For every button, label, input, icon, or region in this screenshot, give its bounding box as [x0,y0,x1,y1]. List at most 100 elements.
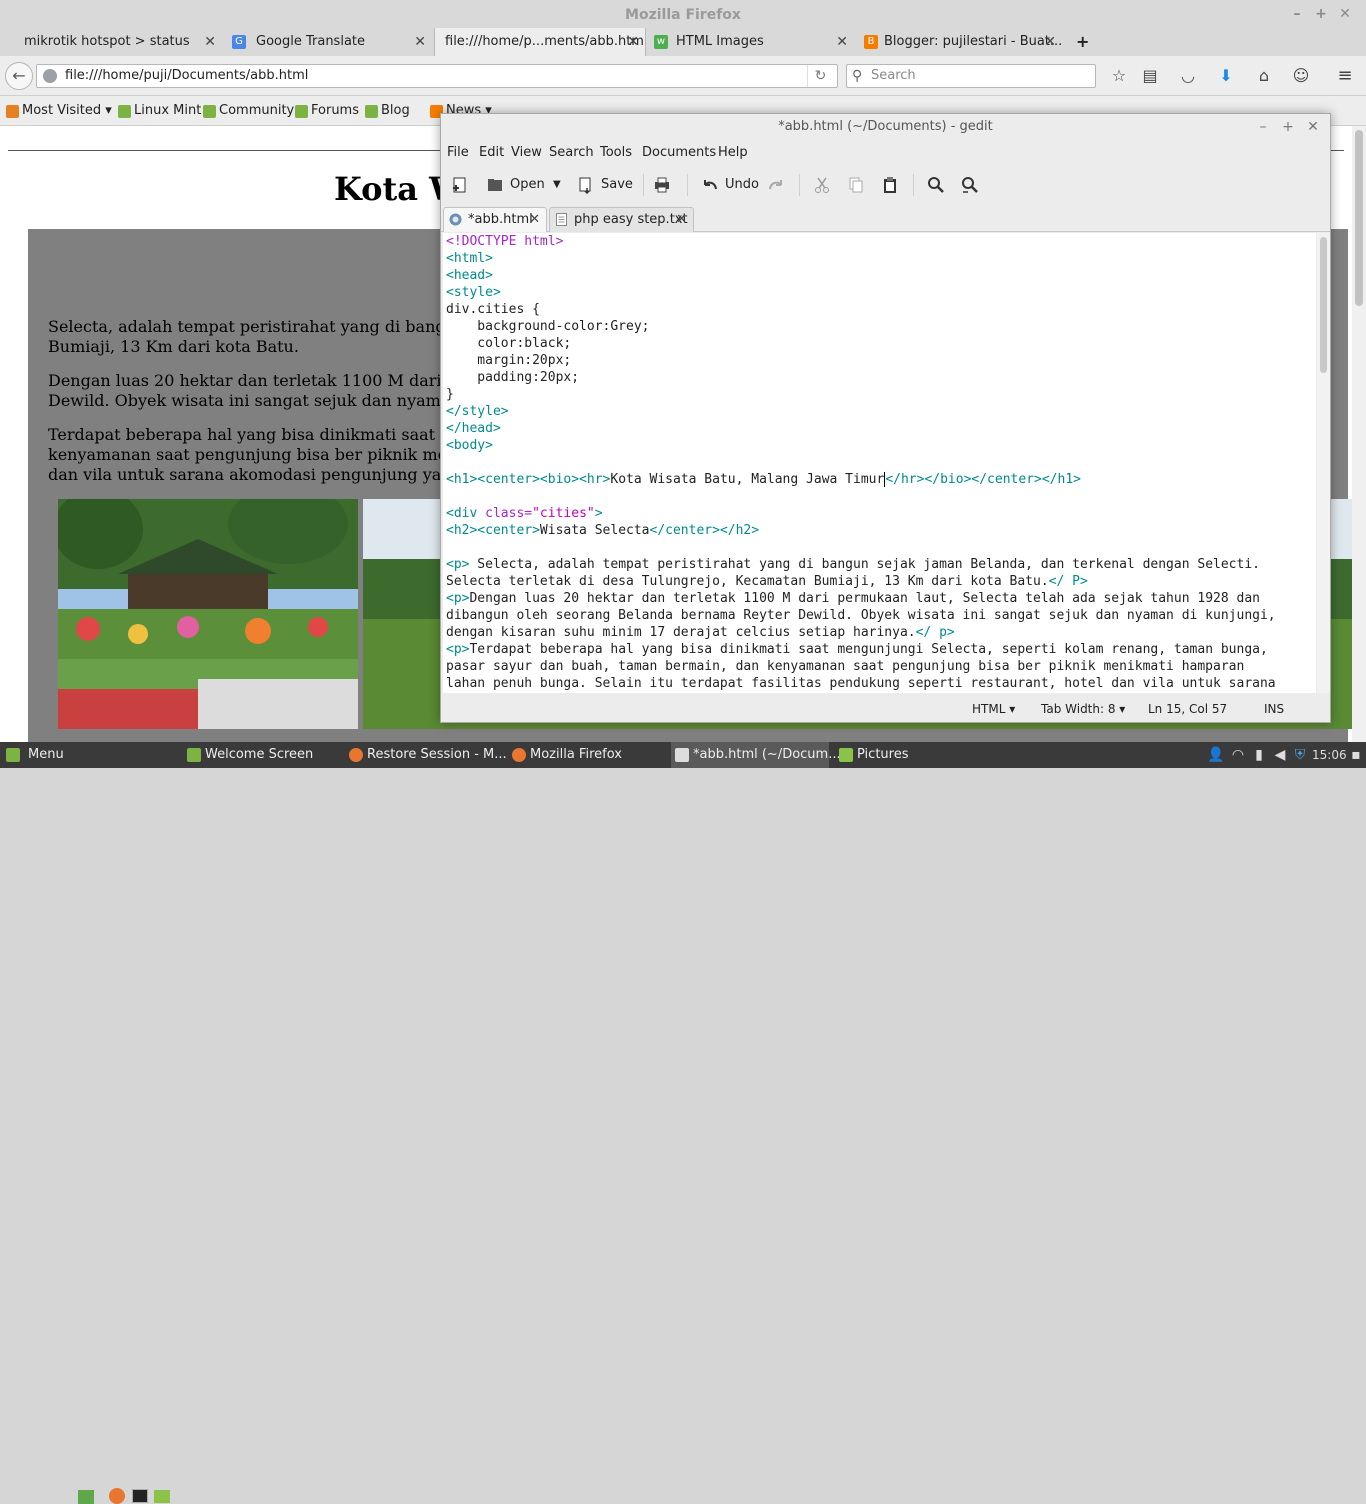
scrollbar-thumb[interactable] [1355,130,1363,306]
gedit-tab-php-easy-step[interactable]: php easy step.txt ✕ [549,207,694,232]
menu-documents[interactable]: Documents [642,142,716,166]
paragraph-line: dan vila untuk sarana akomodasi pengunju… [48,465,442,484]
tab-close-icon[interactable]: ✕ [414,28,426,56]
bookmark-linux-mint[interactable]: Linux Mint [116,96,201,126]
gedit-tab-abb-html[interactable]: *abb.html ✕ [443,207,547,232]
open-dropdown-icon[interactable]: ▼ [553,172,561,198]
menu-file[interactable]: File [447,142,469,166]
cursor-position: Ln 15, Col 57 [1148,702,1228,716]
paragraph-line: kenyamanan saat pengunjung bisa ber pikn… [48,445,448,464]
reading-list-icon[interactable]: ▤ [1139,65,1161,87]
taskbar-gedit[interactable]: *abb.html (~/Docum... [671,742,841,768]
code-line: dibangun oleh seorang Belanda bernama Re… [446,608,1276,623]
hamburger-menu-icon[interactable]: ≡ [1334,65,1356,87]
tab-google-translate[interactable]: G Google Translate ✕ [228,28,432,56]
start-menu-button[interactable]: Menu [0,742,64,768]
bookmark-blog[interactable]: Blog [363,96,410,126]
tab-close-icon[interactable]: ✕ [529,208,540,231]
new-document-button[interactable] [451,172,475,198]
shield-icon[interactable]: ⛨ [1290,742,1310,768]
maximize-icon[interactable]: + [1276,114,1300,142]
home-icon[interactable]: ⌂ [1253,65,1275,87]
print-icon [655,177,669,192]
wifi-icon[interactable]: ◠ [1228,742,1248,768]
scissors-icon [815,177,829,193]
open-button[interactable]: Open [486,172,545,198]
tab-close-icon[interactable]: ✕ [836,28,848,56]
code-token: class= [485,506,533,521]
tab-mikrotik[interactable]: mikrotik hotspot > status ✕ [0,28,222,56]
downloads-icon[interactable]: ⬇ [1215,65,1237,87]
save-button[interactable]: Save [577,172,633,198]
bookmark-most-visited[interactable]: Most Visited ▾ [4,96,112,126]
code-token: </ P> [1048,574,1088,589]
reload-icon[interactable]: ↻ [807,65,833,87]
find-replace-button[interactable] [961,172,985,198]
code-token: <div [446,506,486,521]
language-label: HTML [972,702,1006,716]
bookmark-star-icon[interactable]: ☆ [1108,65,1130,87]
tab-close-icon[interactable]: ✕ [204,28,216,56]
taskbar-label: *abb.html (~/Docum... [693,747,841,762]
clock[interactable]: 15:06 [1312,742,1347,768]
menu-edit[interactable]: Edit [479,142,504,166]
code-line: <h1><center><bio><hr>Kota Wisata Batu, M… [446,471,1081,488]
editor-scrollbar[interactable] [1317,233,1330,693]
code-line: <html> [446,251,493,266]
close-icon[interactable]: ✕ [1301,114,1325,142]
redo-button[interactable] [767,172,791,198]
files-launcher-icon[interactable] [154,1490,170,1503]
tab-close-icon[interactable]: ✕ [676,208,687,231]
bookmark-forums[interactable]: Forums [293,96,359,126]
code-line: padding:20px; [446,370,580,385]
language-selector[interactable]: HTML ▾ [972,696,1015,722]
pocket-icon[interactable]: ◡ [1177,65,1199,87]
code-token: Selecta terletak di desa Tulungrejo, Kec… [446,574,1049,589]
tab-html-images[interactable]: w HTML Images ✕ [650,28,854,56]
chat-icon[interactable]: ☺ [1290,65,1312,87]
undo-button[interactable]: Undo [701,172,759,198]
menu-search[interactable]: Search [549,142,594,166]
page-scrollbar[interactable] [1352,126,1366,742]
scrollbar-thumb[interactable] [1320,237,1327,373]
maximize-icon[interactable]: + [1309,0,1333,28]
taskbar-restore-session[interactable]: Restore Session - M... [345,742,507,768]
url-bar[interactable]: file:///home/puji/Documents/abb.html ↻ [36,64,838,88]
paste-button[interactable] [881,172,905,198]
minimize-icon[interactable]: – [1251,114,1275,142]
code-line: } [446,387,454,402]
show-desktop-icon[interactable] [78,1490,94,1504]
menu-tools[interactable]: Tools [600,142,632,166]
print-button[interactable] [653,172,677,198]
gedit-window: *abb.html (~/Documents) - gedit – + ✕ Fi… [440,113,1331,723]
firefox-launcher-icon[interactable] [109,1488,125,1504]
taskbar-pictures[interactable]: Pictures [835,742,990,768]
tab-close-icon[interactable]: ✕ [627,28,639,56]
tab-blogger[interactable]: B Blogger: pujilestari - Buat... ✕ [860,28,1062,56]
tab-abb-html[interactable]: file:///home/p...ments/abb.html ✕ [434,28,646,56]
code-line: <p> Selecta, adalah tempat peristirahat … [446,556,1260,573]
volume-icon[interactable]: ◀ [1270,742,1290,768]
terminal-launcher-icon[interactable] [132,1489,148,1503]
taskbar-mozilla-firefox[interactable]: Mozilla Firefox [508,742,663,768]
back-arrow-icon[interactable]: ← [5,62,33,90]
user-icon[interactable]: 👤 [1206,742,1226,768]
menu-help[interactable]: Help [718,142,748,166]
new-tab-button[interactable]: + [1068,28,1098,56]
battery-icon[interactable]: ▮ [1249,742,1269,768]
taskbar-welcome-screen[interactable]: Welcome Screen [183,742,338,768]
menu-view[interactable]: View [511,142,542,166]
tab-label: mikrotik hotspot > status [24,34,190,49]
minimize-icon[interactable]: – [1285,0,1309,28]
code-editor[interactable]: <!DOCTYPE html> <html> <head> <style> di… [443,233,1316,693]
close-icon[interactable]: ✕ [1333,0,1357,28]
code-line: <!DOCTYPE html> [446,234,564,249]
tab-width-selector[interactable]: Tab Width: 8 ▾ [1041,696,1125,722]
find-button[interactable] [927,172,951,198]
search-input[interactable]: ⚲ Search [846,64,1096,88]
notification-icon[interactable]: ▪ [1346,742,1366,768]
copy-button[interactable] [847,172,871,198]
cut-button[interactable] [813,172,837,198]
tab-close-icon[interactable]: ✕ [1044,28,1056,56]
bookmark-community[interactable]: Community [201,96,294,126]
